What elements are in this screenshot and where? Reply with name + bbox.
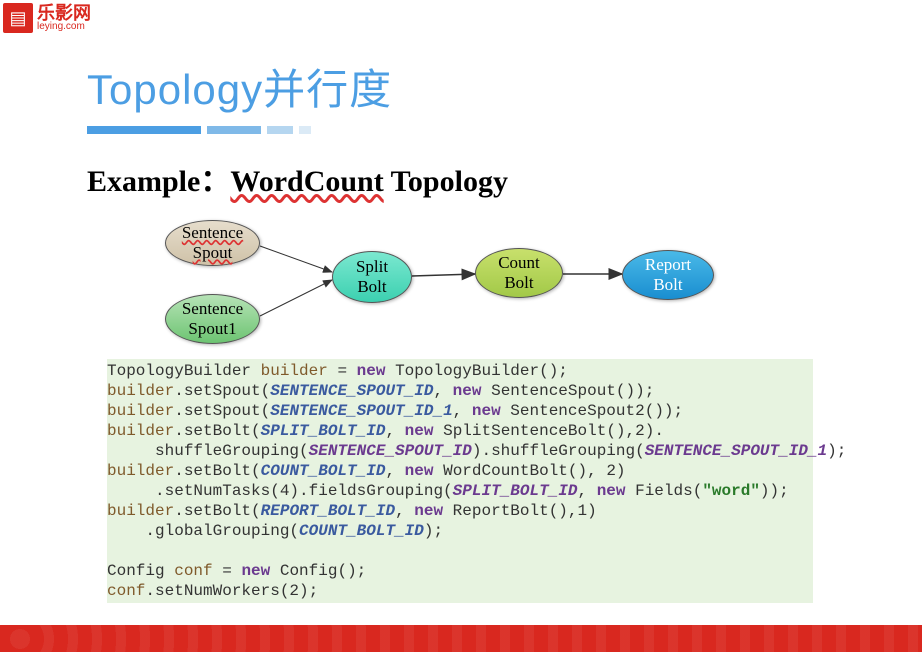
ss-line2: Spout — [193, 243, 233, 263]
count-line2: Bolt — [504, 273, 533, 293]
title-underline — [87, 126, 311, 134]
site-logo: ▤ 乐影网 leying.com — [3, 3, 91, 33]
split-line2: Bolt — [357, 277, 386, 297]
example-heading: Example：WordCount Topology — [87, 156, 508, 200]
logo-en: leying.com — [37, 22, 91, 32]
ss-line1: Sentence — [182, 223, 243, 243]
split-line1: Split — [356, 257, 388, 277]
footer-band — [0, 625, 922, 652]
bar-1 — [87, 126, 201, 134]
slide-title: Topology并行度 — [87, 56, 392, 117]
count-line1: Count — [498, 253, 540, 273]
report-line1: Report — [645, 255, 691, 275]
bar-3 — [267, 126, 293, 134]
logo-text: 乐影网 leying.com — [37, 4, 91, 32]
topology-diagram: Sentence Spout Sentence Spout1 Split Bol… — [160, 218, 760, 358]
node-sentence-spout1: Sentence Spout1 — [165, 294, 260, 344]
node-count-bolt: Count Bolt — [475, 248, 563, 298]
bar-2 — [207, 126, 261, 134]
ss1-line1: Sentence — [182, 299, 243, 319]
bar-4 — [299, 126, 311, 134]
node-report-bolt: Report Bolt — [622, 250, 714, 300]
node-sentence-spout: Sentence Spout — [165, 220, 260, 266]
wordcount-text: WordCount — [230, 165, 383, 198]
logo-mark-icon: ▤ — [3, 3, 33, 33]
ss1-line2: Spout1 — [188, 319, 236, 339]
node-split-bolt: Split Bolt — [332, 251, 412, 303]
example-label: Example： — [87, 165, 230, 198]
code-block: TopologyBuilder builder = new TopologyBu… — [107, 359, 813, 603]
logo-cn: 乐影网 — [37, 4, 91, 22]
example-suffix: Topology — [384, 165, 508, 198]
report-line2: Bolt — [653, 275, 682, 295]
